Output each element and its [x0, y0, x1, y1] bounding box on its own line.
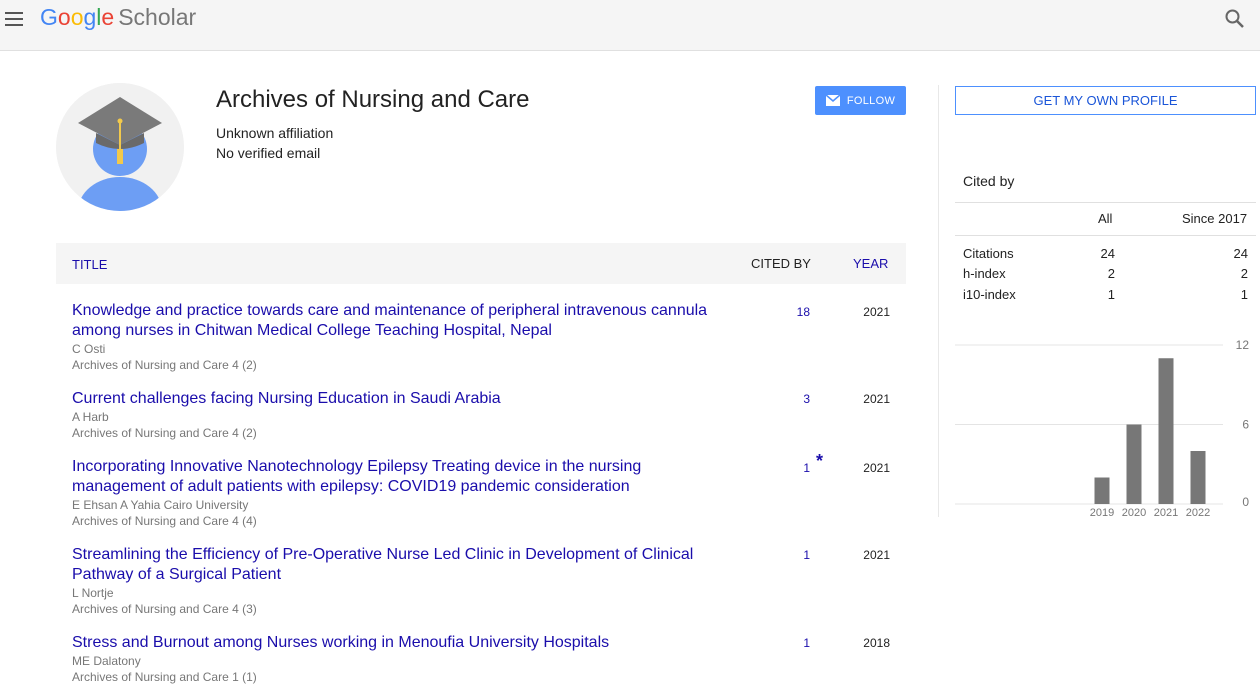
publication-title[interactable]: Knowledge and practice towards care and …: [72, 301, 722, 341]
chart-bar-2022[interactable]: [1190, 451, 1206, 504]
col-all: All: [1098, 211, 1113, 226]
search-icon[interactable]: [1224, 8, 1246, 30]
logo-letter: o: [57, 4, 71, 30]
stat-all: 24: [1100, 246, 1115, 261]
col-since: Since 2017: [1182, 211, 1248, 226]
google-scholar-logo[interactable]: Google Scholar: [40, 4, 196, 31]
citation-stats-row: h-index 2 2: [955, 266, 1256, 286]
table-row: Current challenges facing Nursing Educat…: [72, 389, 906, 441]
column-divider: [938, 85, 939, 517]
citation-stats-row: i10-index 1 1: [955, 287, 1256, 307]
citations-per-year-chart: 12 6 0 2019 2020 2021 2022: [955, 338, 1250, 519]
chart-x-tick-label: 2021: [1154, 507, 1178, 519]
publication-venue: Archives of Nursing and Care 4 (4): [72, 514, 257, 528]
profile-name: Archives of Nursing and Care: [216, 86, 530, 113]
logo-letter: o: [70, 4, 84, 30]
logo-letter: e: [101, 4, 115, 30]
table-row: Incorporating Innovative Nanotechnology …: [72, 451, 906, 529]
publication-title[interactable]: Streamlining the Efficiency of Pre-Opera…: [72, 545, 722, 585]
publication-authors: A Harb: [72, 410, 109, 424]
publication-venue: Archives of Nursing and Care 1 (1): [72, 670, 257, 684]
stat-all: 2: [1107, 266, 1115, 281]
chart-y-tick-label: 6: [1242, 418, 1249, 432]
chart-bar-2021[interactable]: [1158, 358, 1174, 504]
publication-venue: Archives of Nursing and Care 4 (3): [72, 602, 257, 616]
publication-title[interactable]: Incorporating Innovative Nanotechnology …: [72, 457, 722, 497]
table-row: Streamlining the Efficiency of Pre-Opera…: [72, 545, 906, 617]
avatar: [56, 83, 184, 211]
logo-scholar: Scholar: [118, 4, 197, 30]
stat-since: 1: [1240, 287, 1248, 302]
get-my-own-profile-button[interactable]: GET MY OWN PROFILE: [955, 86, 1256, 115]
stat-all: 1: [1107, 287, 1115, 302]
affiliation: Unknown affiliation: [216, 125, 334, 141]
citation-stats-row: Citations 24 24: [955, 246, 1256, 266]
publication-authors: C Osti: [72, 342, 106, 356]
merged-citations-star[interactable]: *: [816, 451, 823, 472]
publication-year: 2021: [863, 305, 890, 319]
publication-year: 2021: [863, 392, 890, 406]
publication-authors: ME Dalatony: [72, 654, 141, 668]
cited-by-count[interactable]: 1: [772, 548, 810, 562]
table-row: Knowledge and practice towards care and …: [72, 301, 906, 373]
table-header: TITLE CITED BY YEAR: [56, 243, 906, 284]
stat-label[interactable]: h-index: [963, 266, 1006, 281]
publication-venue: Archives of Nursing and Care 4 (2): [72, 358, 257, 372]
table-row: Stress and Burnout among Nurses working …: [72, 633, 906, 685]
publication-year: 2021: [863, 548, 890, 562]
chart-y-tick-label: 0: [1242, 495, 1249, 509]
menu-icon[interactable]: [3, 8, 25, 28]
chart-y-tick-label: 12: [1236, 338, 1250, 352]
sort-year[interactable]: YEAR: [853, 256, 888, 271]
publication-year: 2021: [863, 461, 890, 475]
chart-x-tick-label: 2019: [1090, 507, 1114, 519]
chart-bar-2020[interactable]: [1126, 424, 1142, 505]
publication-authors: L Nortje: [72, 586, 114, 600]
follow-label: FOLLOW: [846, 94, 896, 107]
chart-x-tick-label: 2022: [1186, 507, 1210, 519]
cited-by-heading: Cited by: [963, 173, 1015, 189]
citation-stats-header: All Since 2017: [955, 202, 1256, 236]
stat-since: 24: [1233, 246, 1248, 261]
stat-since: 2: [1240, 266, 1248, 281]
stat-label[interactable]: Citations: [963, 246, 1014, 261]
stat-label[interactable]: i10-index: [963, 287, 1016, 302]
follow-button[interactable]: FOLLOW: [815, 86, 906, 115]
cited-by-count[interactable]: 1: [772, 461, 810, 475]
logo-letter: g: [83, 4, 97, 30]
publication-title[interactable]: Stress and Burnout among Nurses working …: [72, 633, 722, 653]
publication-year: 2018: [863, 636, 890, 650]
chart-x-tick-label: 2020: [1122, 507, 1146, 519]
sort-title[interactable]: TITLE: [72, 257, 107, 272]
sort-cited-by[interactable]: CITED BY: [751, 256, 811, 271]
chart-bar-2019[interactable]: [1094, 477, 1110, 505]
cited-by-count[interactable]: 18: [772, 305, 810, 319]
publication-venue: Archives of Nursing and Care 4 (2): [72, 426, 257, 440]
email-status: No verified email: [216, 145, 321, 161]
publication-title[interactable]: Current challenges facing Nursing Educat…: [72, 389, 722, 409]
publication-authors: E Ehsan A Yahia Cairo University: [72, 498, 249, 512]
top-bar: Google Scholar: [0, 0, 1260, 51]
cited-by-count[interactable]: 3: [772, 392, 810, 406]
logo-letter: G: [40, 4, 58, 30]
cited-by-count[interactable]: 1: [772, 636, 810, 650]
mail-icon: [825, 95, 840, 106]
